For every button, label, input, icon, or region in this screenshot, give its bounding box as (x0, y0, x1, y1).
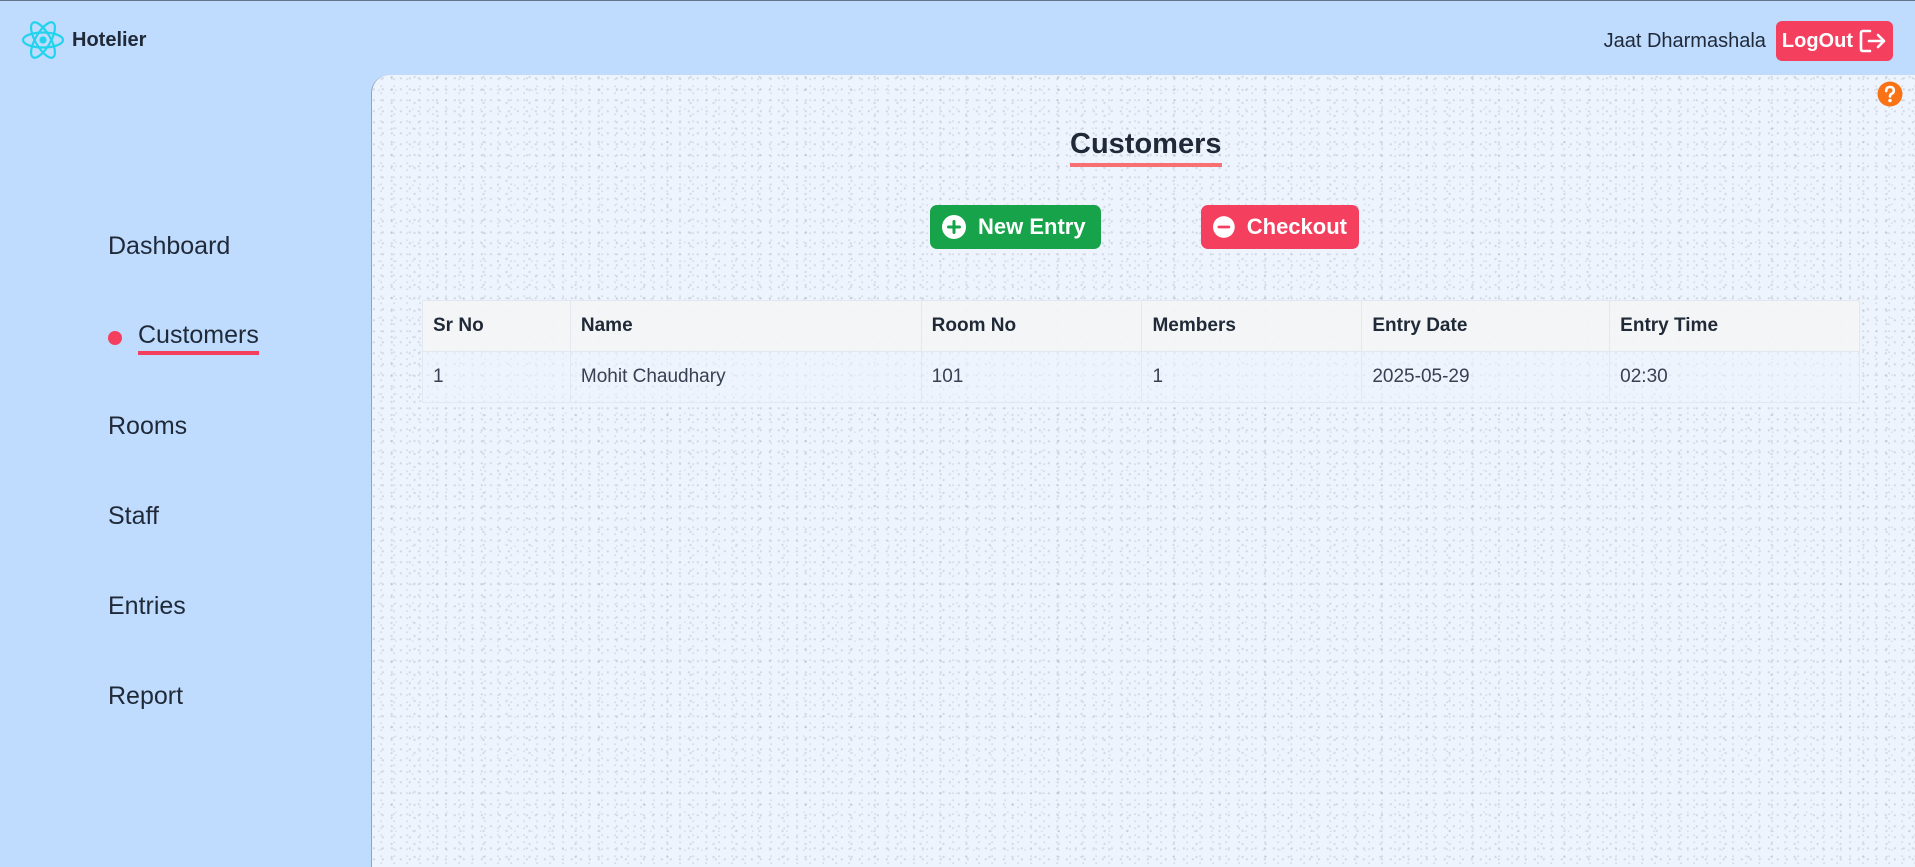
column-header-name: Name (569, 300, 922, 352)
sidebar-item-rooms[interactable]: Rooms (108, 412, 187, 441)
checkout-button[interactable]: Checkout (1201, 205, 1359, 249)
page-title: Customers (1070, 128, 1222, 167)
sidebar-item-label: Staff (108, 502, 159, 530)
sidebar-item-label: Customers (138, 321, 259, 355)
question-circle-icon[interactable] (1877, 81, 1903, 107)
app-name: Hotelier (72, 28, 147, 51)
sidebar-item-dashboard[interactable]: Dashboard (108, 232, 230, 261)
user-area: Jaat Dharmashala LogOut (1604, 21, 1893, 61)
new-entry-label: New Entry (978, 214, 1086, 239)
table-row[interactable]: 1 Mohit Chaudhary 101 1 2025-05-29 02:30 (422, 351, 1860, 403)
cell-room-no: 101 (920, 351, 1143, 403)
active-indicator-dot (108, 331, 122, 345)
cell-entry-time: 02:30 (1609, 351, 1860, 403)
column-header-room-no: Room No (920, 300, 1143, 352)
sidebar-item-report[interactable]: Report (108, 682, 183, 711)
sidebar-item-staff[interactable]: Staff (108, 502, 159, 531)
cell-entry-date: 2025-05-29 (1361, 351, 1611, 403)
new-entry-button[interactable]: New Entry (930, 205, 1101, 249)
column-header-entry-time: Entry Time (1609, 300, 1860, 352)
main-content: Customers New Entry Checkout Sr No Name … (371, 75, 1915, 867)
sidebar-item-label: Dashboard (108, 232, 231, 260)
customers-table: Sr No Name Room No Members Entry Date En… (422, 300, 1860, 403)
cell-sr-no: 1 (422, 351, 571, 403)
logout-button[interactable]: LogOut (1775, 21, 1893, 61)
minus-circle-icon (1213, 216, 1235, 238)
cell-name: Mohit Chaudhary (569, 351, 922, 403)
brand[interactable]: Hotelier (20, 19, 146, 61)
sidebar-item-label: Rooms (108, 412, 188, 440)
react-atom-icon (21, 21, 65, 59)
column-header-entry-date: Entry Date (1361, 300, 1611, 352)
table-header-row: Sr No Name Room No Members Entry Date En… (422, 300, 1860, 352)
checkout-label: Checkout (1246, 214, 1347, 239)
sidebar-item-label: Report (108, 682, 184, 710)
cell-members: 1 (1141, 351, 1363, 403)
logout-icon (1859, 29, 1886, 53)
app-header: Hotelier Jaat Dharmashala LogOut (0, 0, 1915, 76)
column-header-sr-no: Sr No (422, 300, 571, 352)
plus-circle-icon (942, 215, 966, 239)
column-header-members: Members (1141, 300, 1363, 352)
user-name: Jaat Dharmashala (1603, 29, 1766, 52)
sidebar: Dashboard Customers Rooms Staff Entries … (0, 76, 372, 867)
logout-label: LogOut (1781, 29, 1853, 52)
sidebar-item-customers[interactable]: Customers (108, 321, 259, 355)
sidebar-item-entries[interactable]: Entries (108, 592, 186, 621)
sidebar-item-label: Entries (108, 592, 186, 620)
